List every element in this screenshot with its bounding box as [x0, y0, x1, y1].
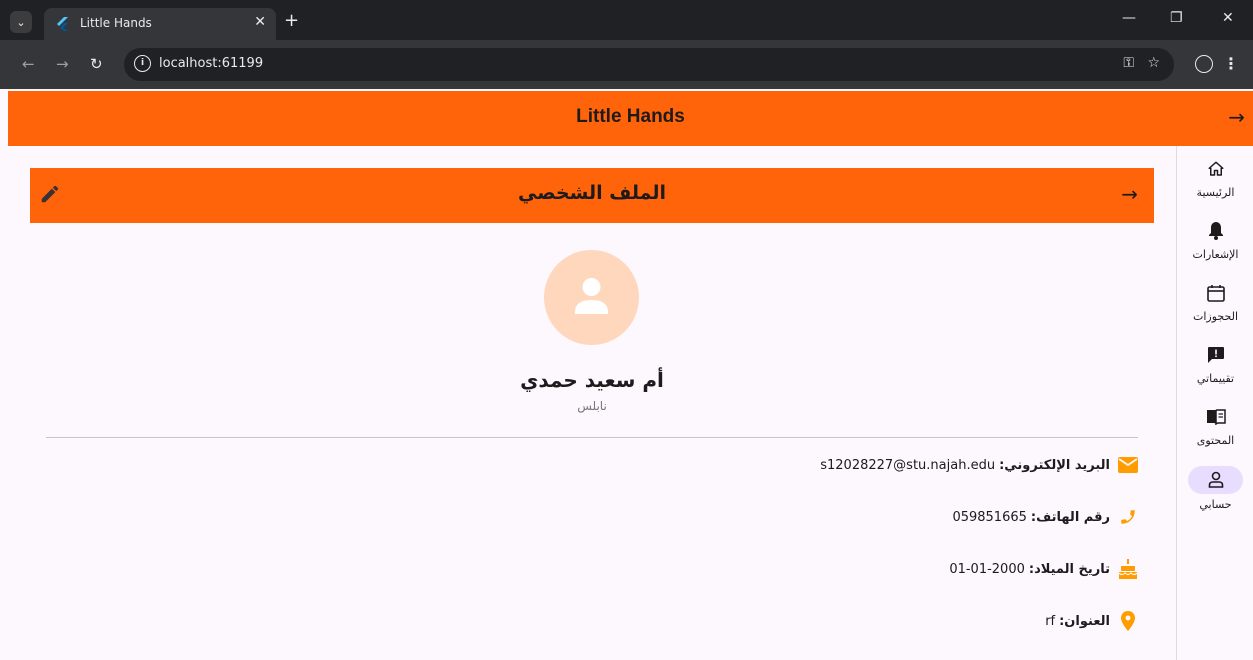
- close-tab-icon[interactable]: ✕: [254, 14, 266, 30]
- app-root: Little Hands → الملف الشخصي → أم سعيد حم…: [0, 89, 1253, 660]
- arrow-forward-icon[interactable]: →: [1228, 105, 1245, 129]
- nav-item-notifications[interactable]: الإشعارات: [1177, 218, 1253, 261]
- profile-header: الملف الشخصي →: [30, 168, 1154, 223]
- arrow-forward-icon[interactable]: →: [1121, 182, 1138, 206]
- close-window-icon[interactable]: ✕: [1222, 10, 1234, 26]
- nav-label: الإشعارات: [1192, 248, 1239, 261]
- mail-icon: [1118, 455, 1138, 475]
- nav-label: المحتوى: [1196, 434, 1235, 447]
- tab-title: Little Hands: [80, 16, 152, 30]
- nav-item-account[interactable]: حسابي: [1177, 466, 1253, 511]
- info-row-phone: رقم الهاتف: 059851665: [952, 505, 1138, 529]
- nav-label: الرئيسية: [1196, 186, 1235, 199]
- key-icon[interactable]: ⚿: [1123, 55, 1134, 71]
- address-bar[interactable]: i localhost:61199 ⚿ ☆: [124, 48, 1174, 81]
- phone-value: 059851665: [952, 509, 1027, 525]
- tab-search-button[interactable]: ⌄: [10, 11, 32, 33]
- reload-icon[interactable]: ↻: [90, 55, 103, 73]
- location-icon: [1118, 611, 1138, 631]
- person-icon: [1208, 471, 1223, 488]
- back-icon[interactable]: ←: [22, 55, 35, 73]
- user-name: أم سعيد حمدي: [520, 368, 664, 392]
- app-title: Little Hands: [576, 106, 685, 127]
- menu-icon[interactable]: ⋮: [1223, 54, 1239, 73]
- nav-label: تقييماتي: [1196, 372, 1235, 385]
- nav-label: الحجوزات: [1192, 310, 1238, 323]
- info-row-email: البريد الإلكتروني: s12028227@stu.najah.e…: [820, 453, 1138, 477]
- browser-toolbar: ← → ↻ i localhost:61199 ⚿ ☆ ⋮: [0, 40, 1253, 89]
- nav-item-bookings[interactable]: الحجوزات: [1177, 280, 1253, 323]
- profile-title: الملف الشخصي: [517, 182, 666, 204]
- nav-item-reviews[interactable]: تقييماتي: [1177, 342, 1253, 385]
- navigation-rail: الرئيسية الإشعارات الحجوزات تقييماتي الم…: [1176, 146, 1253, 660]
- bell-icon: [1177, 218, 1253, 244]
- flutter-logo-icon: [57, 17, 68, 31]
- birthdate-value: 01-01-2000: [949, 561, 1025, 577]
- nav-item-content[interactable]: المحتوى: [1177, 404, 1253, 447]
- cake-icon: [1118, 559, 1138, 579]
- site-info-icon[interactable]: i: [134, 55, 151, 72]
- minimize-icon[interactable]: —: [1122, 10, 1136, 26]
- email-value: s12028227@stu.najah.edu: [820, 457, 996, 473]
- nav-item-home[interactable]: الرئيسية: [1177, 156, 1253, 199]
- info-row-address: العنوان: rf: [1045, 609, 1138, 633]
- nav-selected-indicator: [1188, 466, 1243, 494]
- star-icon[interactable]: ☆: [1147, 55, 1160, 71]
- email-label: البريد الإلكتروني:: [999, 457, 1110, 473]
- home-icon: [1177, 156, 1253, 182]
- divider: [46, 437, 1138, 438]
- calendar-icon: [1177, 280, 1253, 306]
- url-text[interactable]: localhost:61199: [159, 56, 263, 71]
- forward-icon[interactable]: →: [56, 55, 69, 73]
- address-value: rf: [1045, 613, 1056, 629]
- phone-label: رقم الهاتف:: [1030, 509, 1110, 525]
- feedback-icon: [1177, 342, 1253, 368]
- browser-tab-strip: ⌄ Little Hands ✕ + — ❐ ✕: [0, 0, 1253, 40]
- user-city: نابلس: [577, 399, 607, 413]
- avatar: [544, 250, 639, 345]
- nav-label: حسابي: [1199, 498, 1232, 511]
- restore-icon[interactable]: ❐: [1170, 10, 1183, 26]
- info-row-birthdate: تاريخ الميلاد: 01-01-2000: [949, 557, 1138, 581]
- birthdate-label: تاريخ الميلاد:: [1028, 561, 1110, 577]
- person-icon: [575, 278, 608, 314]
- new-tab-icon[interactable]: +: [284, 10, 299, 31]
- browser-tab[interactable]: Little Hands ✕: [44, 8, 276, 40]
- phone-icon: [1118, 507, 1138, 527]
- profile-icon[interactable]: [1195, 55, 1213, 73]
- book-icon: [1177, 404, 1253, 430]
- app-bar: Little Hands →: [8, 91, 1253, 146]
- address-label: العنوان:: [1059, 613, 1110, 629]
